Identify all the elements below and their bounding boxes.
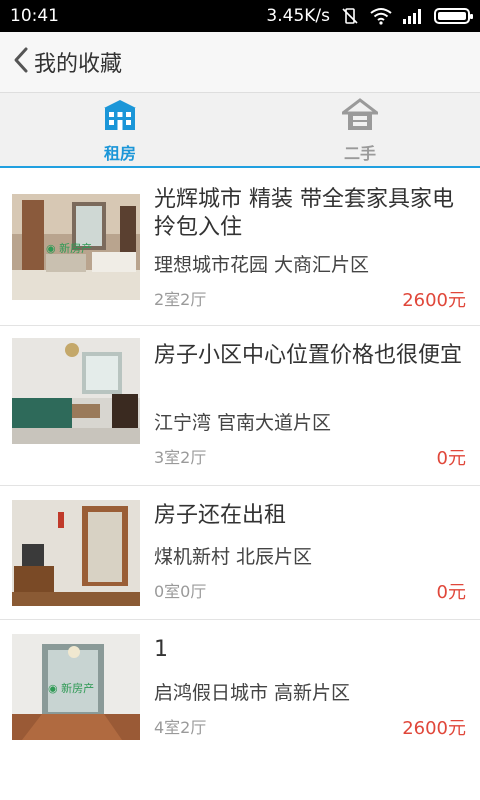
listing-photo: ◉ 新房产 xyxy=(12,194,140,300)
listing-title: 房子还在出租 xyxy=(154,503,287,528)
listing-price: 0元 xyxy=(436,582,466,603)
vibrate-off-icon xyxy=(340,6,360,26)
tab-rent-label: 租房 xyxy=(103,143,136,163)
listing-price: 2600元 xyxy=(402,718,466,739)
listing-photo xyxy=(12,500,140,606)
tab-rent[interactable]: 租房 xyxy=(0,93,240,168)
tab-second-hand[interactable]: 二手 xyxy=(240,93,480,168)
tab-bar: 租房 二手 xyxy=(0,92,480,168)
tab-second-hand-label: 二手 xyxy=(343,143,376,163)
listing-title: 光辉城市 精装 带全套家具家电 拎包入住 xyxy=(154,187,454,240)
listing-location: 启鸿假日城市 高新片区 xyxy=(154,682,351,704)
listing-location: 理想城市花园 大商汇片区 xyxy=(154,254,370,276)
battery-icon xyxy=(434,8,473,24)
listing-item[interactable]: 房子小区中心位置价格也很便宜 江宁湾 官南大道片区 3室2厅 0元 xyxy=(0,326,480,486)
svg-text:◉ 新房产: ◉ 新房产 xyxy=(46,241,92,255)
listing-location: 江宁湾 官南大道片区 xyxy=(154,412,332,434)
status-icons: 3.45K/s xyxy=(266,6,473,26)
signal-icon xyxy=(402,8,424,24)
page-title: 我的收藏 xyxy=(34,52,123,77)
listing-location: 煤机新村 北辰片区 xyxy=(154,546,313,568)
listing-layout: 3室2厅 xyxy=(154,448,207,467)
listing-item[interactable]: ◉ 新房产 光辉城市 精装 带全套家具家电 拎包入住 理想城市花园 大商汇片区 … xyxy=(0,170,480,326)
chevron-left-icon xyxy=(12,46,30,78)
listing-item[interactable]: 房子还在出租 煤机新村 北辰片区 0室0厅 0元 xyxy=(0,486,480,620)
wifi-icon xyxy=(370,7,392,25)
listing-layout: 4室2厅 xyxy=(154,718,207,737)
listing-title: 房子小区中心位置价格也很便宜 xyxy=(154,343,463,368)
back-button[interactable]: 我的收藏 xyxy=(12,46,122,78)
listing-layout: 2室2厅 xyxy=(154,290,207,309)
building-icon xyxy=(102,98,138,136)
favorites-list: ◉ 新房产 光辉城市 精装 带全套家具家电 拎包入住 理想城市花园 大商汇片区 … xyxy=(0,170,480,758)
network-speed: 3.45K/s xyxy=(266,6,330,26)
listing-price: 2600元 xyxy=(402,290,466,311)
header: 我的收藏 xyxy=(0,32,480,92)
svg-text:◉ 新房产: ◉ 新房产 xyxy=(48,681,94,695)
listing-item[interactable]: ◉ 新房产 1 启鸿假日城市 高新片区 4室2厅 2600元 xyxy=(0,620,480,758)
listing-title: 1 xyxy=(154,637,168,662)
house-icon xyxy=(338,97,382,136)
listing-photo xyxy=(12,338,140,444)
listing-layout: 0室0厅 xyxy=(154,582,207,601)
listing-price: 0元 xyxy=(436,448,466,469)
listing-photo: ◉ 新房产 xyxy=(12,634,140,740)
status-time: 10:41 xyxy=(10,6,59,26)
status-bar: 10:41 3.45K/s xyxy=(0,0,480,32)
